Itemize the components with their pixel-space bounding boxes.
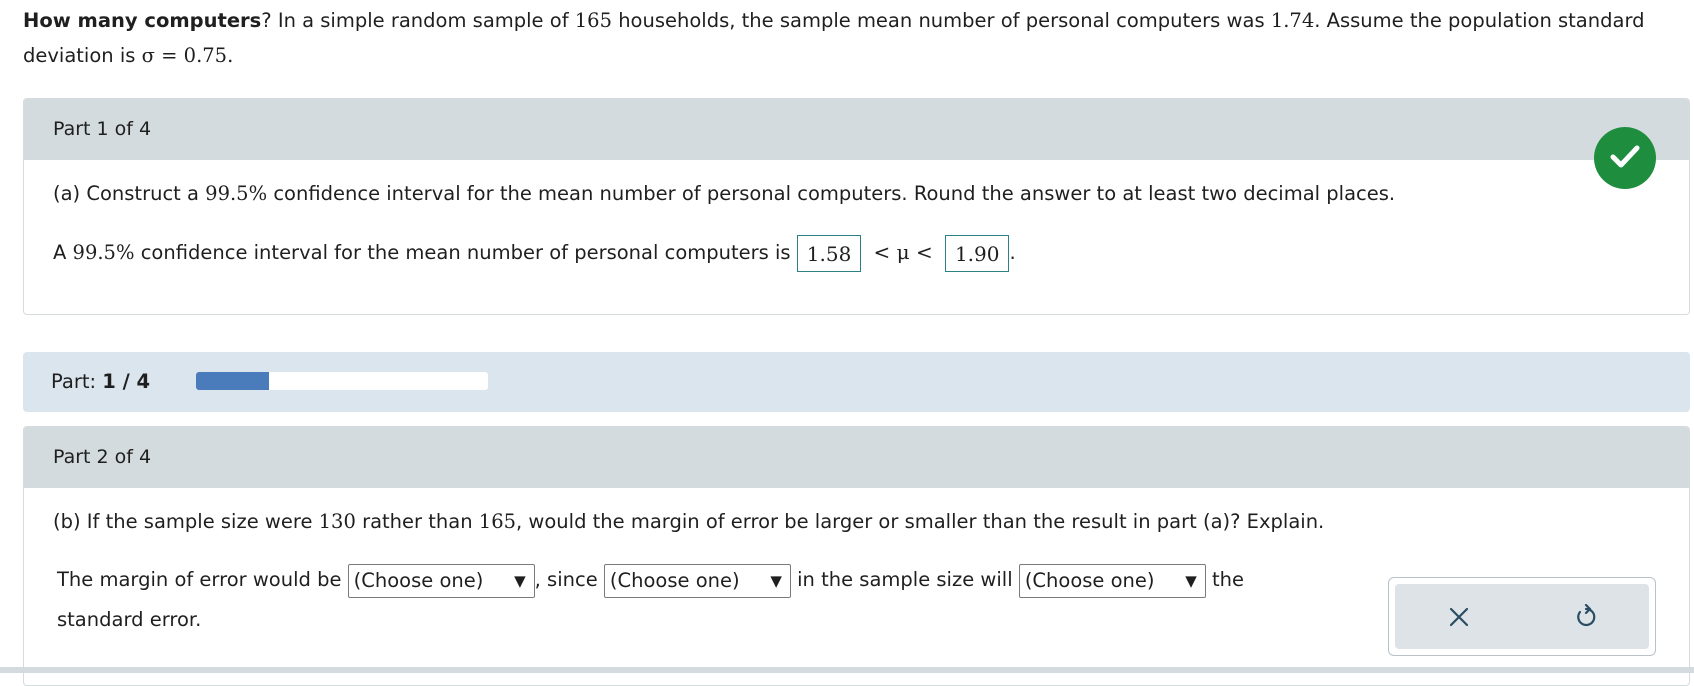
- part-2-answer-continuation: standard error.: [57, 608, 202, 631]
- progress-bar: [196, 372, 488, 390]
- progress-fill: [196, 372, 269, 390]
- margin-size-select[interactable]: (Choose one) ▼: [347, 563, 535, 598]
- standard-error-effect-select[interactable]: (Choose one) ▼: [1018, 563, 1206, 598]
- part-1-question: (a) Construct a 99.5% confidence interva…: [53, 182, 1396, 205]
- part-1-answer-line: A 99.5% confidence interval for the mean…: [53, 232, 1016, 273]
- undo-icon[interactable]: [1566, 597, 1606, 637]
- part-progress: Part: 1 / 4: [23, 352, 1690, 412]
- part-1-card: Part 1 of 4 (a) Construct a 99.5% confid…: [23, 98, 1690, 315]
- bottom-border: [0, 667, 1694, 673]
- problem-title: How many computers: [23, 9, 262, 32]
- chevron-down-icon: ▼: [1185, 571, 1197, 590]
- progress-label: Part:: [51, 370, 97, 393]
- mu-inequality: < μ <: [873, 240, 933, 264]
- lower-bound-input[interactable]: 1.58: [796, 235, 862, 272]
- part-2-question: (b) If the sample size were 130 rather t…: [53, 510, 1325, 533]
- answer-action-panel: [1388, 577, 1656, 656]
- chevron-down-icon: ▼: [514, 571, 526, 590]
- correct-check-badge: [1594, 127, 1656, 189]
- upper-bound-input[interactable]: 1.90: [944, 235, 1010, 272]
- chevron-down-icon: ▼: [770, 571, 782, 590]
- check-icon: [1607, 138, 1643, 178]
- problem-statement: How many computers? In a simple random s…: [23, 9, 1645, 67]
- part-2-header: Part 2 of 4: [24, 427, 1689, 488]
- part-1-header: Part 1 of 4: [24, 99, 1689, 160]
- part-2-answer-line: The margin of error would be (Choose one…: [57, 562, 1244, 598]
- close-icon[interactable]: [1439, 597, 1479, 637]
- sample-change-select[interactable]: (Choose one) ▼: [603, 563, 791, 598]
- progress-value: 1 / 4: [102, 370, 151, 393]
